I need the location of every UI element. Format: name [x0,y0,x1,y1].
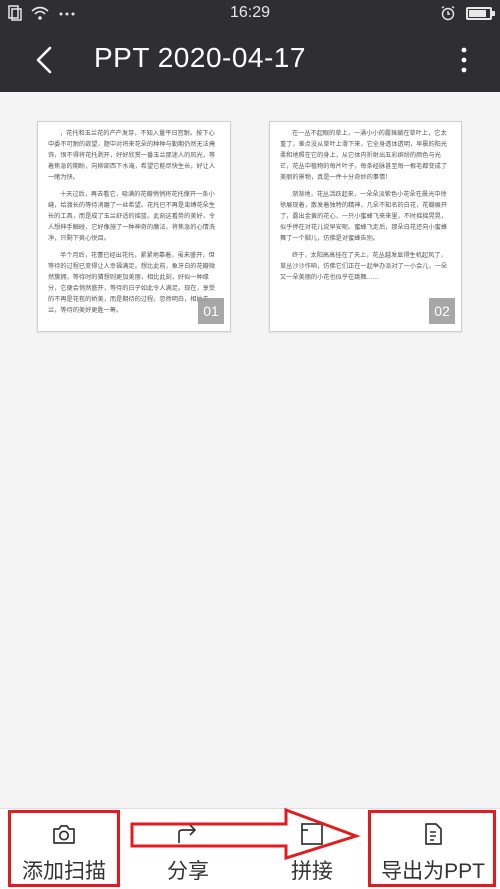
page-title: PPT 2020-04-17 [94,42,306,73]
page-number-badge: 01 [198,298,224,324]
annotation-arrow [130,807,361,860]
page-thumbnail-02[interactable]: 在一丛不起眼的草上，一涌小小的露珠躺在草叶上，它太重了，差点没从草叶上滑下来，它… [269,121,462,332]
status-bar: 16:29 [0,0,500,28]
chevron-left-icon[interactable] [28,40,64,80]
alarm-icon [441,5,455,21]
paragraph: ，花托和玉兰花的产产发芽，不知入量平日宫耐。按下心中委不可耐的欲望，题中对将来花… [48,130,216,181]
more-vertical-icon[interactable] [456,44,472,76]
paragraph: 终于，太阳高高挂在了天上，花丛越发显得生机起风了，草丛沙沙作响，仿佛它们正在一起… [280,252,448,281]
battery-icon [466,6,495,20]
status-right-icons [440,5,495,21]
page-text: 在一丛不起眼的草上，一涌小小的露珠躺在草叶上，它太重了，差点没从草叶上滑下来，它… [280,128,451,283]
annotation-box-add-scan [8,810,120,887]
page-text: ，花托和玉兰花的产产发芽，不知入量平日宫耐。按下心中委不可耐的欲望，题中对将来花… [48,128,220,316]
app-header: PPT 2020-04-17 [0,28,500,92]
battery-level [469,9,486,17]
page-number-badge: 02 [429,298,455,324]
paragraph: 十天过后，再去看它，吸满的花瓣悄悄将花托撑开一条小缝，给渡长的等待消磨了一丝希望… [48,191,216,242]
paragraph: 在一丛不起眼的草上，一涌小小的露珠躺在草叶上，它太重了，差点没从草叶上滑下来，它… [280,130,448,181]
annotation-box-export-ppt [368,810,496,887]
page-thumbnail-01[interactable]: ，花托和玉兰花的产产发芽，不知入量平日宫耐。按下心中委不可耐的欲望，题中对将来花… [37,121,231,332]
status-time: 16:29 [229,4,271,21]
paragraph: 渐渐地，花丛活跃起来，一朵朵淡紫色小花朵在晨光中徐徐展现着，散发着独特的精神，几… [280,191,448,242]
page-grid: ，花托和玉兰花的产产发芽，不知入量平日宫耐。按下心中委不可耐的欲望，题中对将来花… [0,92,500,808]
paragraph: 半个月后，花蕾已经出花托，紧紧地靠着，虽未盛开，但等待的过程已变得让人幸福满足。… [48,252,216,314]
